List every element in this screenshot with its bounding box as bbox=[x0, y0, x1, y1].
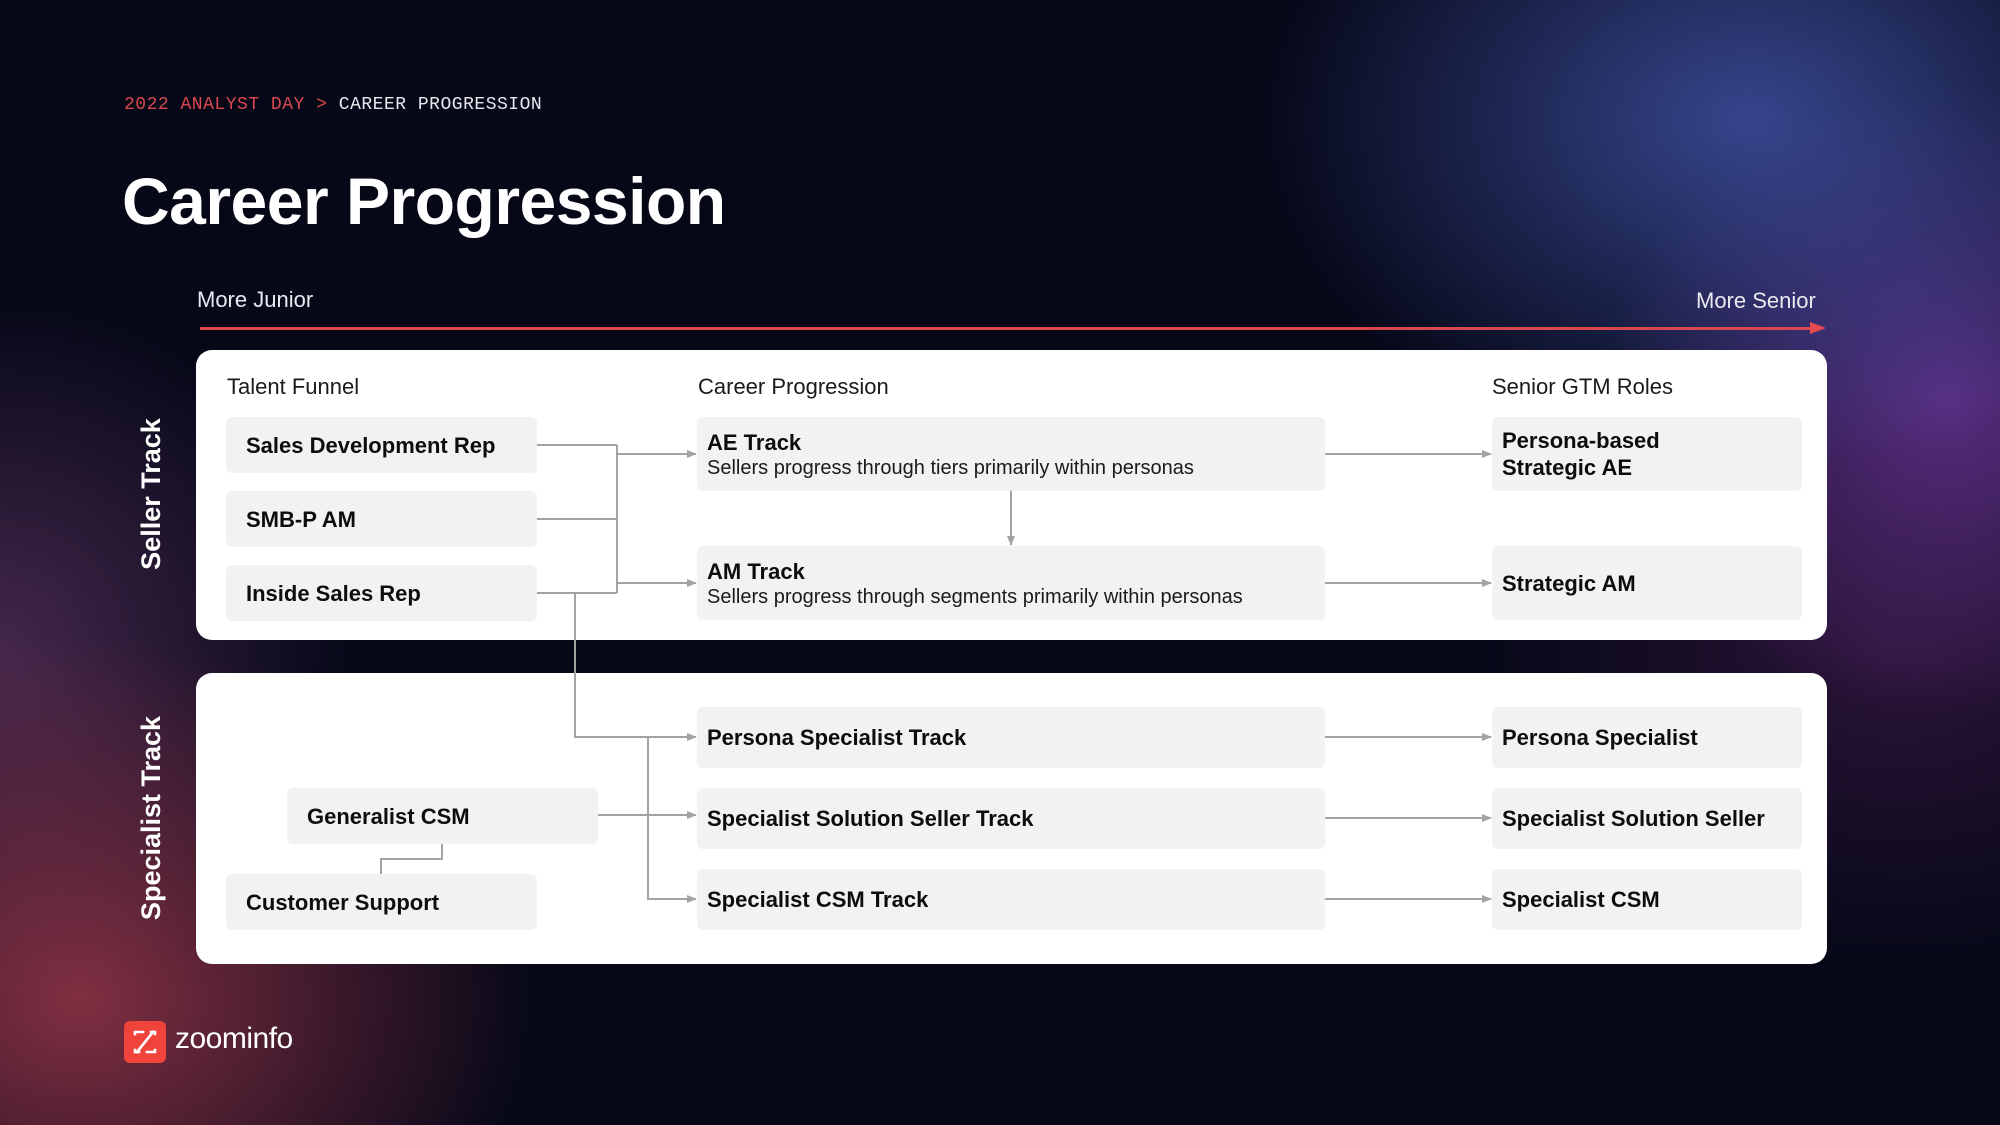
breadcrumb-section[interactable]: 2022 ANALYST DAY bbox=[124, 95, 305, 115]
track-description: Sellers progress through segments primar… bbox=[707, 585, 1243, 608]
page-title: Career Progression bbox=[122, 164, 726, 238]
seller-track-label: Seller Track bbox=[136, 418, 166, 570]
breadcrumb-separator: > bbox=[316, 95, 328, 115]
role-label: Inside Sales Rep bbox=[246, 580, 421, 606]
role-sales-development-rep: Sales Development Rep bbox=[226, 417, 537, 473]
axis-start-label: More Junior bbox=[197, 287, 314, 312]
column-header-senior-gtm-roles: Senior GTM Roles bbox=[1492, 374, 1673, 399]
role-label: Generalist CSM bbox=[307, 803, 470, 829]
role-persona-specialist: Persona Specialist bbox=[1492, 707, 1802, 768]
role-label: Strategic AM bbox=[1502, 570, 1636, 596]
axis-end-label: More Senior bbox=[1696, 288, 1816, 313]
breadcrumb-current: CAREER PROGRESSION bbox=[338, 95, 543, 115]
role-label: Persona Specialist bbox=[1502, 725, 1698, 750]
breadcrumb: 2022 ANALYST DAY > CAREER PROGRESSION bbox=[124, 95, 542, 115]
role-specialist-csm: Specialist CSM bbox=[1492, 869, 1802, 930]
specialist-track-label: Specialist Track bbox=[136, 715, 166, 921]
zoominfo-logo-icon bbox=[124, 1021, 166, 1063]
role-customer-support: Customer Support bbox=[226, 874, 537, 930]
role-persona-based-strategic-ae: Persona-based Strategic AE bbox=[1492, 417, 1802, 491]
role-strategic-am: Strategic AM bbox=[1492, 546, 1802, 620]
role-specialist-solution-seller: Specialist Solution Seller bbox=[1492, 788, 1802, 849]
track-specialist-csm: Specialist CSM Track bbox=[697, 869, 1325, 930]
seniority-axis-arrowhead bbox=[1810, 322, 1826, 334]
track-title: Specialist CSM Track bbox=[707, 887, 929, 912]
track-description: Sellers progress through tiers primarily… bbox=[707, 456, 1194, 479]
track-ae: AE Track Sellers progress through tiers … bbox=[697, 417, 1325, 491]
role-label: Customer Support bbox=[246, 889, 440, 915]
track-title: Persona Specialist Track bbox=[707, 725, 967, 750]
column-header-talent-funnel: Talent Funnel bbox=[227, 374, 360, 399]
track-title: Specialist Solution Seller Track bbox=[707, 806, 1034, 831]
role-generalist-csm: Generalist CSM bbox=[287, 788, 598, 844]
zoominfo-logo-text: zoominfo bbox=[175, 1022, 293, 1055]
track-title: AE Track bbox=[707, 429, 802, 455]
column-header-career-progression: Career Progression bbox=[698, 374, 889, 399]
role-label: SMB-P AM bbox=[246, 506, 356, 532]
role-label: Specialist CSM bbox=[1502, 887, 1660, 912]
track-title: AM Track bbox=[707, 558, 805, 584]
role-label: Specialist Solution Seller bbox=[1502, 806, 1765, 831]
role-label: Persona-based Strategic AE bbox=[1502, 428, 1660, 480]
role-label: Sales Development Rep bbox=[246, 432, 496, 458]
role-smb-p-am: SMB-P AM bbox=[226, 491, 537, 547]
track-am: AM Track Sellers progress through segmen… bbox=[697, 546, 1325, 620]
role-inside-sales-rep: Inside Sales Rep bbox=[226, 565, 537, 621]
track-specialist-solution-seller: Specialist Solution Seller Track bbox=[697, 788, 1325, 849]
track-persona-specialist: Persona Specialist Track bbox=[697, 707, 1325, 768]
seniority-axis-line bbox=[200, 327, 1812, 330]
